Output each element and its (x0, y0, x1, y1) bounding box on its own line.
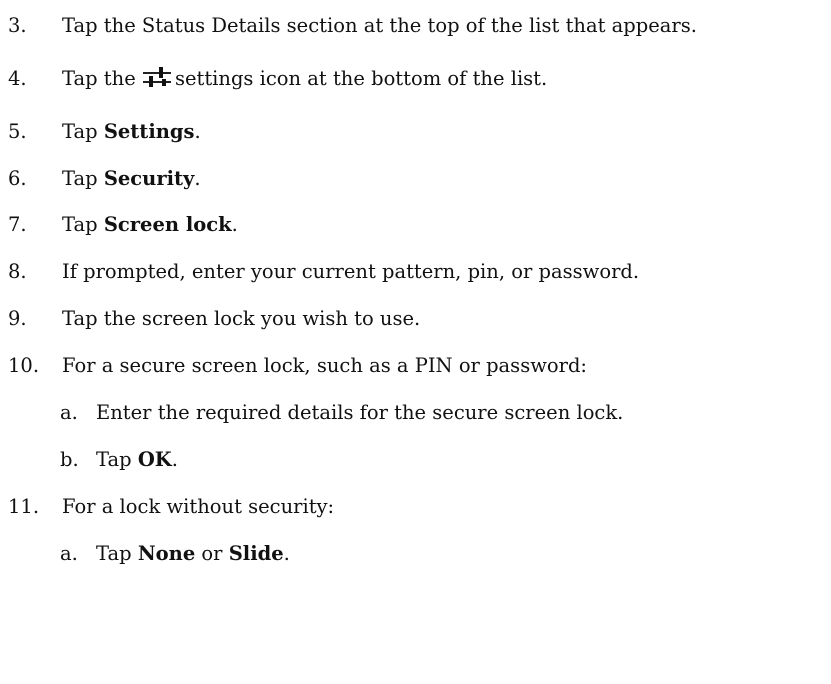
step-text: Tap OK. (96, 445, 178, 475)
step-number: 10. (8, 354, 40, 377)
step-text: Tap Settings. (62, 117, 201, 147)
step-number: 9. (8, 307, 27, 330)
step-text-bold: Settings (103, 120, 195, 143)
step-text: Tap None or Slide. (96, 539, 290, 569)
step-text-bold: Screen lock (103, 213, 232, 236)
step-number: 6. (8, 167, 27, 190)
step-text: Tap the screen lock you wish to use. (62, 307, 421, 330)
step-text-mid: or (195, 542, 229, 565)
step-text-post: . (171, 448, 178, 471)
step-text: Tap the Status Details section at the to… (62, 14, 697, 37)
step-text: If prompted, enter your current pattern,… (62, 260, 640, 283)
step-number: 11. (8, 495, 40, 518)
step-text-pre: Tap (62, 167, 104, 190)
step-number: 8. (8, 260, 27, 283)
step-text-pre: Tap (62, 213, 104, 236)
step-text: Tap the settings icon at the bottom of t… (62, 64, 547, 94)
step-text: Tap Security. (62, 164, 201, 194)
step-text-bold: None (137, 542, 196, 565)
step-number: 7. (8, 213, 27, 236)
step-text-pre: Tap the (62, 67, 136, 90)
settings-sliders-icon (142, 66, 172, 88)
step-text-post: . (194, 167, 201, 190)
step-text-bold: Slide (228, 542, 284, 565)
step-text-pre: Tap (62, 120, 104, 143)
step-text: For a secure screen lock, such as a PIN … (62, 354, 588, 377)
step-number: 4. (8, 67, 27, 90)
step-text-bold: Security (103, 167, 195, 190)
step-text: Tap Screen lock. (62, 210, 238, 240)
step-text: For a lock without security: (62, 495, 335, 518)
step-text-post: settings icon at the bottom of the list. (174, 67, 548, 90)
step-number: 3. (8, 14, 27, 37)
step-text-post: . (194, 120, 201, 143)
step-text-pre: Tap (96, 542, 138, 565)
step-number: 5. (8, 120, 27, 143)
step-text: Enter the required details for the secur… (96, 401, 624, 424)
step-text-pre: Tap (96, 448, 138, 471)
step-text-bold: OK (137, 448, 172, 471)
step-text-post: . (231, 213, 238, 236)
step-text-post: . (283, 542, 290, 565)
